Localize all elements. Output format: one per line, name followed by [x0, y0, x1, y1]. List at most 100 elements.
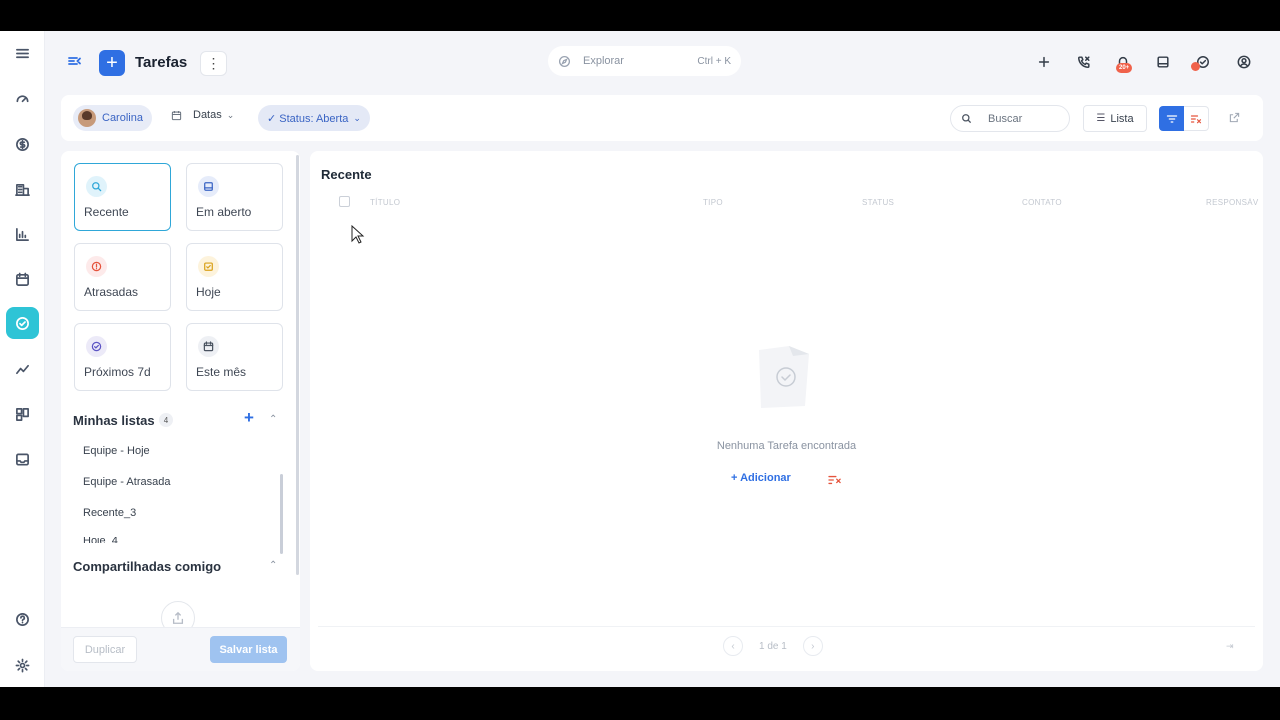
- user-filter-label: Carolina: [102, 112, 143, 124]
- list-item[interactable]: Hoje_4: [83, 537, 118, 543]
- clear-filters-button[interactable]: [1184, 106, 1209, 131]
- add-task-label: Adicionar: [740, 472, 791, 484]
- save-list-button[interactable]: Salvar lista: [210, 636, 287, 663]
- tile-hoje[interactable]: Hoje: [186, 243, 283, 311]
- inbox-icon[interactable]: [6, 443, 39, 475]
- column-header-title[interactable]: TÍTULO: [370, 198, 400, 207]
- calendar-check-icon: [198, 256, 219, 277]
- clear-filter-icon: [1190, 114, 1202, 123]
- dates-filter[interactable]: Datas ⌄: [171, 109, 234, 121]
- alert-icon: [86, 256, 107, 277]
- dates-filter-label: Datas: [193, 109, 222, 121]
- chart-icon[interactable]: [6, 218, 39, 250]
- empty-state-text: Nenhuma Tarefa encontrada: [716, 440, 857, 452]
- layout-icon[interactable]: [6, 398, 39, 430]
- pagination: ‹ 1 de 1 ›: [723, 636, 823, 656]
- task-alert-dot: [1191, 62, 1200, 71]
- filter-icon: [1166, 114, 1177, 123]
- settings-icon[interactable]: [6, 649, 39, 681]
- open-external-icon[interactable]: [1229, 110, 1245, 126]
- list-item[interactable]: Equipe - Atrasada: [83, 476, 170, 488]
- page-info: 1 de 1: [759, 640, 787, 652]
- inbox-icon: [198, 176, 219, 197]
- collapse-sidebar-icon[interactable]: [67, 53, 85, 71]
- list-icon: ☰: [1096, 113, 1106, 124]
- my-lists-title: Minhas listas: [73, 413, 155, 428]
- tile-proximos-7d[interactable]: Próximos 7d: [74, 323, 171, 391]
- tile-label: Este mês: [196, 365, 247, 379]
- menu-icon[interactable]: [6, 37, 39, 69]
- column-header-owner[interactable]: RESPONSÁVE: [1206, 198, 1259, 207]
- saved-views-panel: Recente Em aberto Atrasadas Hoje Próximo…: [61, 151, 300, 671]
- status-filter-chip[interactable]: ✓ Status: Aberta ⌄: [258, 105, 370, 131]
- my-lists-count: 4: [159, 413, 173, 427]
- compass-icon: [558, 55, 571, 67]
- calendar-icon: [198, 336, 219, 357]
- building-icon[interactable]: [6, 173, 39, 205]
- add-task-link[interactable]: + Adicionar: [731, 472, 791, 484]
- explore-placeholder: Explorar: [583, 55, 624, 67]
- bell-icon[interactable]: 20+: [1113, 52, 1133, 73]
- clear-filter-icon[interactable]: [828, 473, 842, 491]
- status-filter-label: ✓ Status: Aberta: [267, 112, 349, 125]
- tile-label: Próximos 7d: [84, 365, 151, 379]
- add-list-button[interactable]: +: [244, 408, 254, 428]
- phone-icon[interactable]: [1074, 52, 1094, 72]
- search-input[interactable]: Buscar: [950, 105, 1070, 132]
- shared-title: Compartilhadas comigo: [73, 559, 222, 574]
- column-header-contact[interactable]: CONTATO: [1022, 198, 1062, 207]
- top-bar: + Tarefas ⋮ Explorar Ctrl + K 20+: [45, 31, 1280, 95]
- filter-button[interactable]: [1159, 106, 1184, 131]
- tile-label: Recente: [84, 205, 129, 219]
- tile-atrasadas[interactable]: Atrasadas: [74, 243, 171, 311]
- user-profile-icon[interactable]: [1234, 52, 1254, 72]
- tile-em-aberto[interactable]: Em aberto: [186, 163, 283, 231]
- avatar: [78, 109, 96, 127]
- calendar-icon: [171, 110, 182, 120]
- view-title: Recente: [321, 167, 372, 182]
- mouse-cursor-icon: [351, 225, 365, 244]
- column-header-type[interactable]: TIPO: [703, 198, 723, 207]
- dollar-icon[interactable]: [6, 128, 39, 160]
- add-icon[interactable]: [1034, 52, 1054, 72]
- tray-icon[interactable]: [1153, 52, 1173, 72]
- last-page-icon[interactable]: ⇥: [1226, 641, 1234, 652]
- help-icon[interactable]: [6, 603, 39, 635]
- duplicate-button[interactable]: Duplicar: [73, 636, 137, 663]
- footer-divider: [318, 626, 1255, 627]
- task-check-icon[interactable]: [1191, 52, 1213, 72]
- select-all-checkbox[interactable]: [339, 196, 350, 207]
- trend-icon[interactable]: [6, 353, 39, 385]
- tile-este-mes[interactable]: Este mês: [186, 323, 283, 391]
- view-list-button[interactable]: ☰ Lista: [1083, 105, 1147, 132]
- panel-footer: Duplicar Salvar lista: [61, 627, 300, 671]
- chevron-up-icon[interactable]: ⌃: [269, 560, 277, 571]
- page-title: Tarefas: [135, 54, 188, 71]
- chevron-up-icon[interactable]: ⌃: [269, 414, 277, 425]
- filter-bar: Carolina Datas ⌄ ✓ Status: Aberta ⌄ Busc…: [61, 95, 1263, 141]
- prev-page-button[interactable]: ‹: [723, 636, 743, 656]
- more-options-button[interactable]: ⋮: [200, 51, 227, 76]
- empty-state-icon: [759, 346, 809, 408]
- column-header-status[interactable]: STATUS: [862, 198, 894, 207]
- search-placeholder: Buscar: [988, 112, 1023, 125]
- notification-badge: 20+: [1116, 63, 1133, 73]
- new-task-button[interactable]: +: [99, 50, 125, 76]
- list-item[interactable]: Recente_3: [83, 507, 136, 519]
- list-item[interactable]: Equipe - Hoje: [83, 445, 150, 457]
- panel-scrollbar[interactable]: [296, 155, 299, 575]
- tile-recente[interactable]: Recente: [74, 163, 171, 231]
- search-icon: [86, 176, 107, 197]
- tile-label: Hoje: [196, 285, 221, 299]
- next-page-button[interactable]: ›: [802, 636, 823, 656]
- explore-search[interactable]: Explorar Ctrl + K: [548, 46, 741, 76]
- search-icon: [962, 114, 972, 124]
- calendar-icon[interactable]: [6, 263, 39, 295]
- tile-label: Atrasadas: [84, 285, 139, 299]
- user-filter-chip[interactable]: Carolina: [73, 105, 152, 131]
- chevron-down-icon: ⌄: [226, 109, 235, 120]
- app-screen: + Tarefas ⋮ Explorar Ctrl + K 20+ Caroli…: [0, 31, 1280, 687]
- tasks-icon[interactable]: [6, 307, 39, 339]
- lists-scrollbar[interactable]: [280, 474, 283, 554]
- dashboard-icon[interactable]: [6, 82, 39, 114]
